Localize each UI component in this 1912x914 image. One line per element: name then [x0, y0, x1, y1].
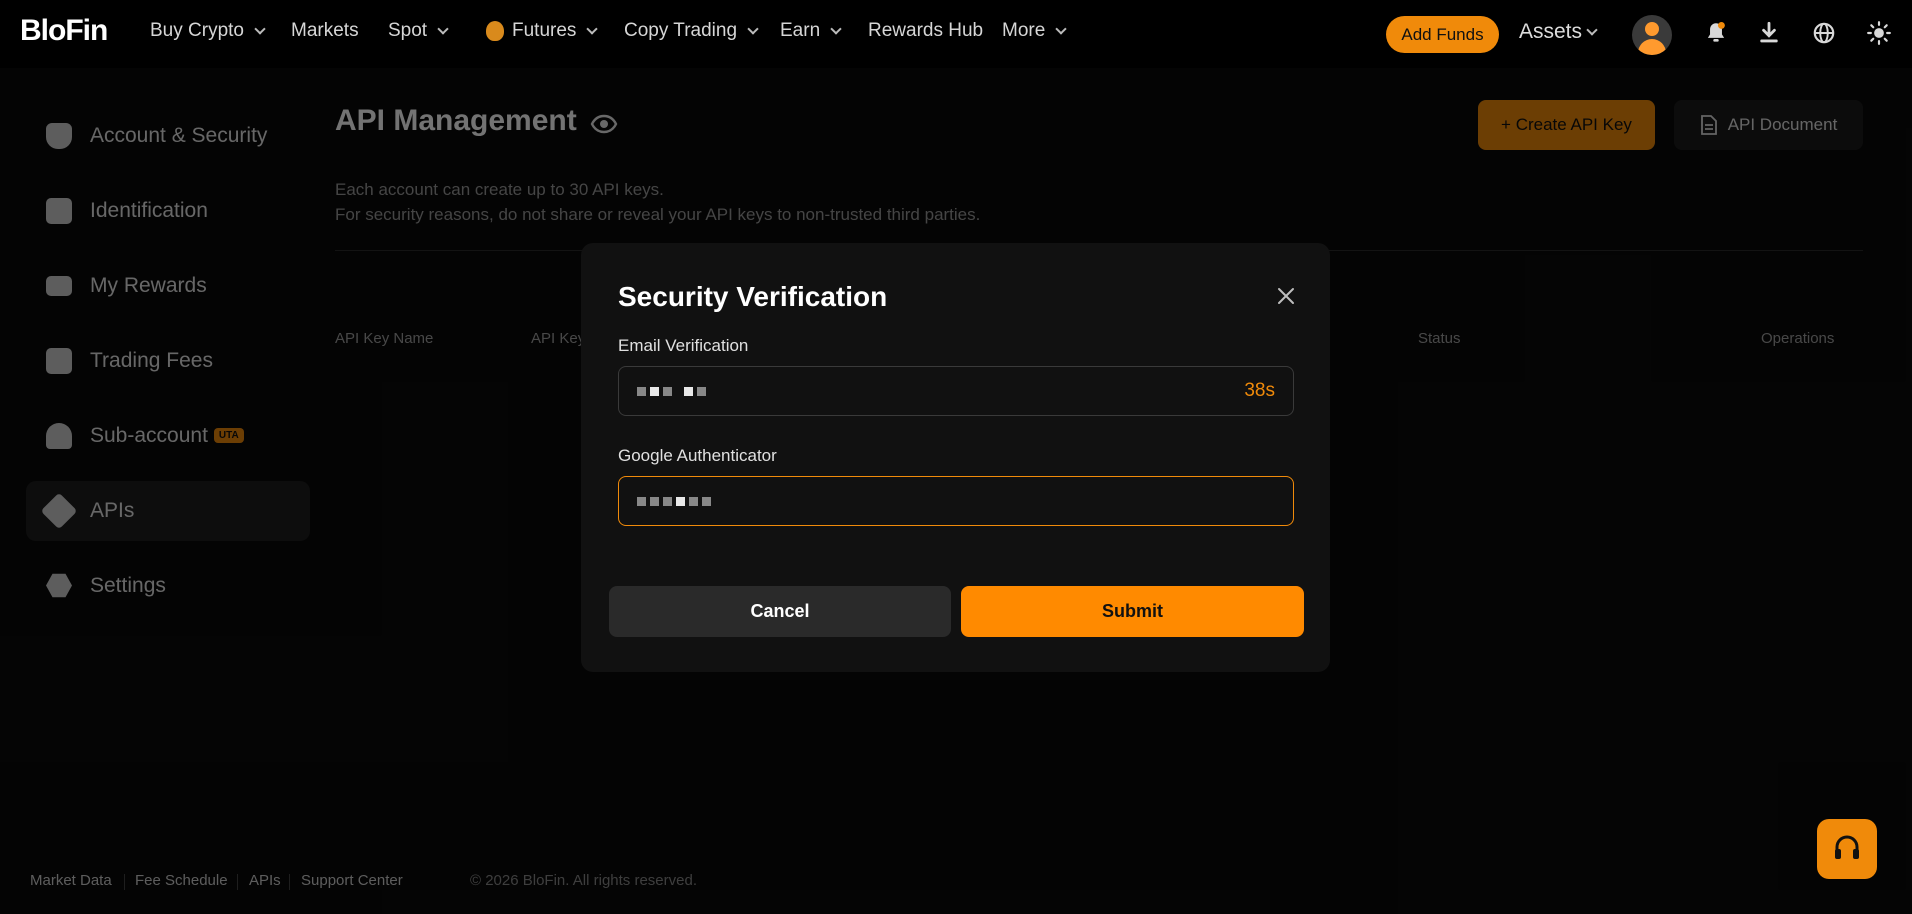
chevron-down-icon	[254, 23, 266, 35]
nav-spot[interactable]: Spot	[388, 20, 449, 42]
assets-menu[interactable]: Assets	[1519, 20, 1598, 44]
chevron-down-icon	[437, 23, 449, 35]
support-chat-button[interactable]	[1817, 819, 1877, 879]
google-authenticator-field[interactable]	[618, 476, 1294, 526]
nav-buy-crypto[interactable]: Buy Crypto	[150, 20, 266, 42]
email-code-field[interactable]: 38s	[618, 366, 1294, 416]
document-icon	[1700, 115, 1717, 135]
sidebar-item-my-rewards[interactable]: My Rewards	[26, 248, 310, 323]
sidebar-item-sub-account[interactable]: Sub-account UTA	[26, 398, 310, 473]
nav-label: Buy Crypto	[150, 20, 244, 41]
logo[interactable]: BloFin	[20, 14, 108, 48]
sidebar-item-label: Sub-account	[90, 423, 208, 447]
sub-account-icon	[46, 422, 72, 449]
sidebar-item-label: Identification	[90, 198, 208, 222]
submit-button[interactable]: Submit	[961, 586, 1304, 637]
avatar[interactable]	[1632, 15, 1672, 55]
nav-label: Rewards Hub	[868, 20, 984, 41]
footer-separator	[237, 874, 238, 890]
sidebar-item-apis[interactable]: APIs	[26, 481, 310, 541]
resend-countdown: 38s	[1244, 380, 1275, 401]
id-card-icon	[46, 197, 72, 224]
nav-label: Markets	[291, 20, 359, 41]
sidebar-item-trading-fees[interactable]: Trading Fees	[26, 323, 310, 398]
download-icon[interactable]	[1756, 20, 1782, 46]
nav-more[interactable]: More	[1002, 20, 1067, 42]
globe-icon[interactable]	[1811, 20, 1837, 46]
top-navigation: BloFin Buy Crypto Markets Spot Futures C…	[0, 0, 1912, 68]
footer-link-apis[interactable]: APIs	[249, 872, 281, 889]
shield-icon	[46, 122, 72, 149]
create-api-key-button[interactable]: + Create API Key	[1478, 100, 1655, 150]
cancel-button[interactable]: Cancel	[609, 586, 951, 637]
api-limit-note: Each account can create up to 30 API key…	[335, 180, 664, 199]
chevron-down-icon	[747, 23, 759, 35]
api-document-label: API Document	[1727, 115, 1838, 134]
nav-earn[interactable]: Earn	[780, 20, 842, 42]
chevron-down-icon	[830, 23, 842, 35]
nav-label: Earn	[780, 20, 821, 41]
column-header-operations: Operations	[1761, 330, 1835, 347]
copyright: © 2026 BloFin. All rights reserved.	[470, 872, 697, 889]
footer-link-market-data[interactable]: Market Data	[30, 872, 112, 889]
nav-rewards-hub[interactable]: Rewards Hub	[868, 20, 983, 42]
eye-icon[interactable]	[590, 112, 618, 136]
sidebar-item-label: Account & Security	[90, 123, 268, 147]
headset-icon	[1835, 835, 1859, 859]
add-funds-button[interactable]: Add Funds	[1386, 16, 1499, 53]
security-verification-modal: Security Verification Email Verification…	[581, 243, 1330, 672]
column-header-status: Status	[1418, 330, 1461, 347]
sidebar-item-label: Trading Fees	[90, 348, 213, 372]
nav-label: Spot	[388, 20, 428, 41]
futures-icon	[486, 21, 504, 41]
nav-markets[interactable]: Markets	[291, 20, 359, 42]
sidebar-item-settings[interactable]: Settings	[26, 548, 310, 623]
chevron-down-icon	[1055, 23, 1067, 35]
footer-separator	[124, 874, 125, 890]
chevron-down-icon	[1586, 24, 1598, 36]
close-icon[interactable]	[1275, 285, 1297, 307]
nav-copy-trading[interactable]: Copy Trading	[624, 20, 759, 42]
sidebar-item-label: My Rewards	[90, 273, 207, 297]
bell-icon[interactable]	[1703, 20, 1729, 46]
nav-label: More	[1002, 20, 1046, 41]
fee-icon	[46, 347, 72, 374]
sidebar-item-account-security[interactable]: Account & Security	[26, 98, 310, 173]
masked-code	[637, 386, 706, 396]
ticket-icon	[46, 275, 72, 296]
footer-link-support-center[interactable]: Support Center	[301, 872, 403, 889]
settings-icon	[46, 573, 72, 598]
sidebar-item-identification[interactable]: Identification	[26, 173, 310, 248]
page-title: API Management	[335, 104, 577, 137]
sun-icon[interactable]	[1866, 20, 1892, 46]
uta-badge: UTA	[213, 428, 244, 443]
sidebar-item-label: Settings	[90, 573, 166, 597]
security-note: For security reasons, do not share or re…	[335, 205, 981, 224]
sidebar: Account & Security Identification My Rew…	[26, 98, 310, 623]
email-verification-label: Email Verification	[618, 336, 749, 355]
sidebar-item-label: APIs	[90, 499, 135, 522]
nav-label: Copy Trading	[624, 20, 738, 41]
footer-separator	[289, 874, 290, 890]
api-document-button[interactable]: API Document	[1674, 100, 1863, 150]
plug-icon	[40, 492, 78, 530]
masked-code	[637, 496, 711, 506]
column-header-api-key-name: API Key Name	[335, 330, 434, 347]
column-header-api-key: API Key	[531, 330, 586, 347]
footer-link-fee-schedule[interactable]: Fee Schedule	[135, 872, 228, 889]
nav-futures[interactable]: Futures	[486, 20, 599, 42]
assets-label: Assets	[1519, 20, 1583, 43]
google-authenticator-label: Google Authenticator	[618, 446, 777, 465]
modal-title: Security Verification	[618, 281, 888, 312]
chevron-down-icon	[586, 23, 599, 35]
nav-label: Futures	[512, 20, 577, 41]
